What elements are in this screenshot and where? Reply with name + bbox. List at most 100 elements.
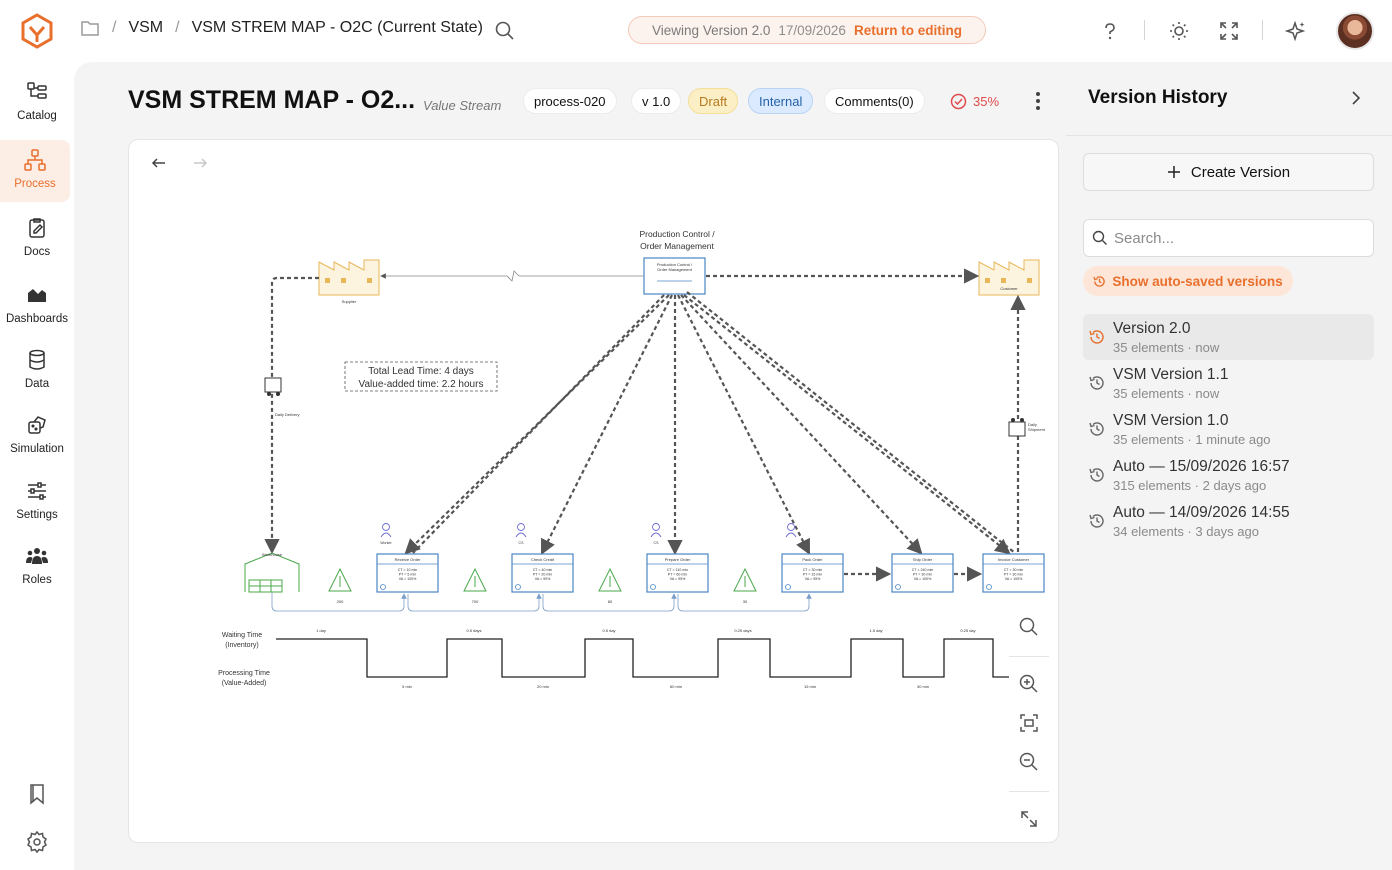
operator-label: CS bbox=[654, 541, 660, 545]
sidebar-item-data[interactable]: Data bbox=[0, 340, 74, 402]
docs-icon bbox=[29, 218, 45, 238]
version-list-item[interactable]: VSM Version 1.0 35 elements · 1 minute ag… bbox=[1083, 406, 1374, 452]
sidebar-item-label: Catalog bbox=[17, 110, 57, 122]
process-ct: CT = 110 min bbox=[667, 568, 688, 572]
supplier-factory[interactable]: Supplier bbox=[318, 259, 380, 304]
fullscreen-icon[interactable] bbox=[1218, 20, 1240, 42]
toolbar-divider bbox=[1144, 20, 1145, 40]
version-meta: 35 elements · now bbox=[1113, 386, 1220, 401]
process-name: Invoice Customer bbox=[998, 557, 1030, 562]
page-subtitle: Value Stream bbox=[423, 98, 502, 113]
process-box[interactable]: Check Credit CT = 40 minPT = 20 minVA = 9… bbox=[511, 553, 574, 593]
timeline-ladder bbox=[276, 638, 1009, 678]
create-version-button[interactable]: Create Version bbox=[1083, 153, 1374, 191]
diagram-canvas[interactable]: Production Control / Order Management Pr… bbox=[128, 139, 1059, 843]
fit-to-screen-icon[interactable] bbox=[1018, 712, 1040, 734]
wait-time-value: 1 day bbox=[316, 628, 326, 633]
zoom-divider bbox=[1009, 791, 1049, 792]
status-badge[interactable]: Draft bbox=[688, 88, 739, 114]
version-history-title: Version History bbox=[1088, 87, 1228, 108]
version-badge: v 1.0 bbox=[631, 88, 682, 114]
return-to-editing-link[interactable]: Return to editing bbox=[854, 23, 962, 38]
expand-icon[interactable] bbox=[1018, 808, 1040, 830]
breadcrumb: / VSM / VSM STREM MAP - O2C (Current Sta… bbox=[80, 19, 483, 37]
folder-icon[interactable] bbox=[80, 19, 100, 37]
breadcrumb-item-vsm[interactable]: VSM bbox=[128, 19, 163, 37]
operator-body-icon bbox=[650, 532, 662, 538]
version-meta: 35 elements · 1 minute ago bbox=[1113, 432, 1271, 447]
inventory-count: 200 bbox=[337, 599, 344, 604]
wait-time-value: 1.5 day bbox=[869, 628, 882, 633]
version-list-item[interactable]: Auto — 14/09/2026 14:55 34 elements · 3 d… bbox=[1083, 498, 1374, 544]
process-box[interactable]: Receive Order CT = 10 minPT = 5 minVA = 1… bbox=[376, 553, 439, 593]
process-box[interactable]: Pack Order CT = 30 minPT = 15 minVA = 95% bbox=[781, 553, 844, 593]
customer-factory[interactable]: Customer bbox=[978, 259, 1040, 296]
version-list-item[interactable]: Version 2.0 35 elements · now bbox=[1083, 314, 1374, 360]
visibility-badge[interactable]: Internal bbox=[748, 88, 814, 114]
process-name: Pack Order bbox=[802, 557, 823, 562]
process-box[interactable]: Prepare Order CT = 110 minPT = 60 minVA =… bbox=[646, 553, 709, 593]
search-icon[interactable] bbox=[494, 20, 516, 42]
process-ct: CT = 240 min bbox=[912, 568, 934, 572]
inventory-count: 80 bbox=[608, 599, 613, 604]
sidebar-item-docs[interactable]: Docs bbox=[0, 208, 74, 270]
breadcrumb-item-current[interactable]: VSM STREM MAP - O2C (Current State) bbox=[192, 19, 483, 37]
process-box[interactable]: Ship Order CT = 240 minPT = 30 minVA = 10… bbox=[891, 553, 954, 593]
sidebar-item-process[interactable]: Process bbox=[0, 140, 70, 202]
waiting-time-label: Waiting Time bbox=[222, 632, 262, 639]
chevron-right-icon[interactable] bbox=[1348, 90, 1364, 106]
control-box-line2: Order Management bbox=[657, 267, 693, 272]
sidebar-item-catalog[interactable]: Catalog bbox=[0, 72, 74, 134]
viewing-version-label: Viewing Version 2.0 bbox=[652, 22, 771, 38]
show-autosaved-toggle[interactable]: Show auto-saved versions bbox=[1083, 266, 1293, 296]
operator-body-icon bbox=[785, 532, 797, 538]
info-flow-ship bbox=[680, 294, 923, 555]
control-title-line2: Order Management bbox=[640, 241, 714, 251]
viewing-version-date: 17/09/2026 bbox=[778, 22, 846, 38]
sidebar-item-roles[interactable]: Roles bbox=[0, 536, 74, 598]
version-list-item[interactable]: VSM Version 1.1 35 elements · now bbox=[1083, 360, 1374, 406]
process-time-value: 30 min bbox=[917, 684, 929, 689]
inventory-triangle: 700 bbox=[463, 567, 487, 604]
zoom-out-icon[interactable] bbox=[1018, 751, 1040, 773]
version-meta: 34 elements · 3 days ago bbox=[1113, 524, 1259, 539]
comments-button[interactable]: Comments(0) bbox=[824, 88, 925, 114]
sidebar-item-dashboards[interactable]: Dashboards bbox=[0, 275, 74, 337]
operator-body-icon bbox=[515, 532, 527, 538]
operator-body-icon bbox=[380, 532, 392, 538]
autosave-label: Show auto-saved versions bbox=[1112, 273, 1283, 289]
toolbar-divider bbox=[1262, 20, 1263, 40]
more-options-icon[interactable] bbox=[1032, 90, 1044, 112]
version-search-input[interactable] bbox=[1114, 229, 1364, 247]
user-avatar[interactable] bbox=[1336, 12, 1374, 50]
process-pt: PT = 20 min bbox=[533, 573, 552, 577]
process-pt: PT = 15 min bbox=[803, 573, 822, 577]
ai-sparkle-icon[interactable] bbox=[1285, 20, 1307, 42]
sidebar-item-label: Roles bbox=[22, 574, 52, 586]
zoom-search-icon[interactable] bbox=[1018, 616, 1040, 638]
sidebar-item-label: Settings bbox=[16, 509, 58, 521]
bookmark-icon[interactable] bbox=[25, 782, 49, 806]
history-icon bbox=[1089, 468, 1104, 482]
app-logo-icon[interactable] bbox=[18, 12, 56, 50]
electronic-info-flow bbox=[380, 270, 644, 282]
version-list-item[interactable]: Auto — 15/09/2026 16:57 315 elements · 2 … bbox=[1083, 452, 1374, 498]
warehouse-icon[interactable]: Warehouse bbox=[244, 552, 300, 593]
theme-sun-icon[interactable] bbox=[1168, 20, 1190, 42]
sidebar-item-settings[interactable]: Settings bbox=[0, 471, 74, 533]
gear-icon[interactable] bbox=[25, 830, 49, 854]
process-pt: PT = 5 min bbox=[399, 573, 416, 577]
sidebar-item-simulation[interactable]: Simulation bbox=[0, 405, 74, 467]
main-content: VSM STREM MAP - O2... Value Stream proce… bbox=[74, 62, 1066, 870]
operator-icon: CS bbox=[515, 523, 527, 545]
warehouse-label: Warehouse bbox=[262, 552, 283, 557]
search-icon bbox=[1092, 230, 1107, 245]
history-icon bbox=[1093, 275, 1106, 287]
process-va: VA = 90% bbox=[535, 577, 551, 581]
operator-label: Worker bbox=[380, 541, 392, 545]
zoom-in-icon[interactable] bbox=[1018, 673, 1040, 695]
help-icon[interactable] bbox=[1099, 20, 1121, 42]
process-box[interactable]: Invoice Customer CT = 30 minPT = 30 minVA… bbox=[982, 553, 1045, 593]
users-icon bbox=[26, 548, 48, 564]
score-badge[interactable]: 35% bbox=[940, 88, 1009, 114]
